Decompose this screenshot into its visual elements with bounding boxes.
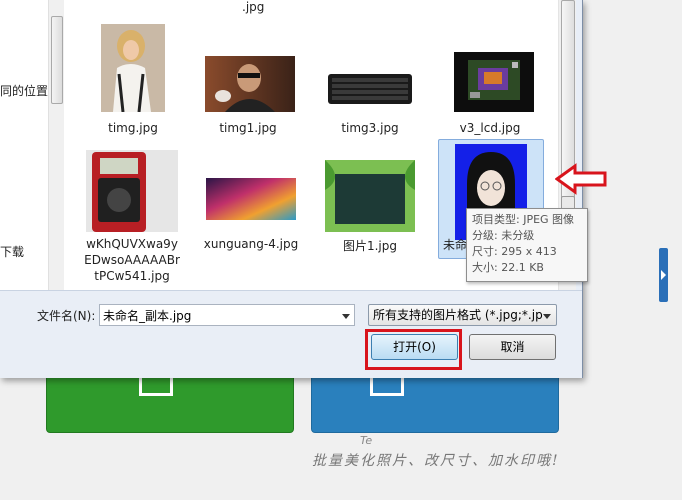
dropdown-arrow-icon[interactable]	[342, 314, 350, 319]
nav-item[interactable]: 同的位置	[0, 82, 48, 99]
open-file-dialog: 同的位置 下载 .jpg timg.jpg timg1.jpg timg3.jp…	[0, 0, 583, 378]
file-item[interactable]: 图片1.jpg	[320, 148, 420, 253]
file-thumbnail	[326, 66, 414, 112]
file-name: timg3.jpg	[341, 121, 399, 135]
filename-label: 文件名(N):	[37, 309, 96, 323]
file-thumbnail	[205, 56, 295, 112]
file-item[interactable]: v3_lcd.jpg	[440, 22, 540, 135]
filetype-value: 所有支持的图片格式 (*.jpg;*.jp	[373, 308, 543, 322]
partial-file-caption: .jpg	[242, 0, 265, 14]
filename-input[interactable]: 未命名_副本.jpg	[99, 304, 355, 326]
filetype-select[interactable]: 所有支持的图片格式 (*.jpg;*.jp	[368, 304, 557, 326]
red-arrow-icon	[555, 163, 607, 195]
nav-scroll-thumb[interactable]	[51, 16, 63, 104]
file-item[interactable]: timg.jpg	[90, 22, 176, 135]
tooltip-type: 项目类型: JPEG 图像	[472, 213, 575, 226]
tooltip-size: 大小: 22.1 KB	[472, 261, 544, 274]
nav-scrollbar[interactable]	[48, 0, 65, 290]
handwriting-note: 批量美化照片、改尺寸、加水印哦!	[312, 453, 560, 469]
file-thumbnail	[101, 24, 165, 112]
dropdown-arrow-icon[interactable]	[543, 314, 551, 319]
side-panel-toggle-icon[interactable]	[659, 248, 668, 302]
navigation-pane: 同的位置 下载	[0, 0, 49, 290]
file-name: xunguang-4.jpg	[203, 237, 299, 251]
tooltip-rating: 分级: 未分级	[472, 229, 535, 242]
file-item[interactable]: timg3.jpg	[320, 22, 420, 135]
cancel-button[interactable]: 取消	[469, 334, 556, 360]
file-name: tPCw541.jpg	[94, 269, 170, 283]
tile-icon	[139, 375, 173, 396]
file-name: wKhQUVXwa9y	[86, 237, 178, 251]
file-thumbnail	[206, 178, 296, 220]
file-name: v3_lcd.jpg	[459, 121, 521, 135]
file-item[interactable]: timg1.jpg	[198, 22, 298, 135]
file-thumbnail	[86, 150, 178, 232]
tile-icon	[370, 375, 404, 396]
file-name: EDwsoAAAAABr	[84, 253, 180, 267]
nav-item[interactable]: 下载	[0, 243, 24, 260]
tooltip-dimensions: 尺寸: 295 x 413	[472, 245, 557, 258]
file-thumbnail	[325, 160, 415, 232]
file-name: 图片1.jpg	[342, 239, 398, 253]
handwriting-mark: Te	[360, 434, 373, 447]
file-info-tooltip: 项目类型: JPEG 图像 分级: 未分级 尺寸: 295 x 413 大小: …	[466, 208, 588, 282]
file-thumbnail	[454, 52, 534, 112]
file-item[interactable]: wKhQUVXwa9y EDwsoAAAAABr tPCw541.jpg	[80, 148, 184, 288]
file-name: timg.jpg	[108, 121, 158, 135]
filename-value: 未命名_副本.jpg	[103, 309, 192, 323]
highlight-box	[365, 329, 462, 370]
file-item[interactable]: xunguang-4.jpg	[200, 148, 302, 252]
file-name: timg1.jpg	[219, 121, 277, 135]
